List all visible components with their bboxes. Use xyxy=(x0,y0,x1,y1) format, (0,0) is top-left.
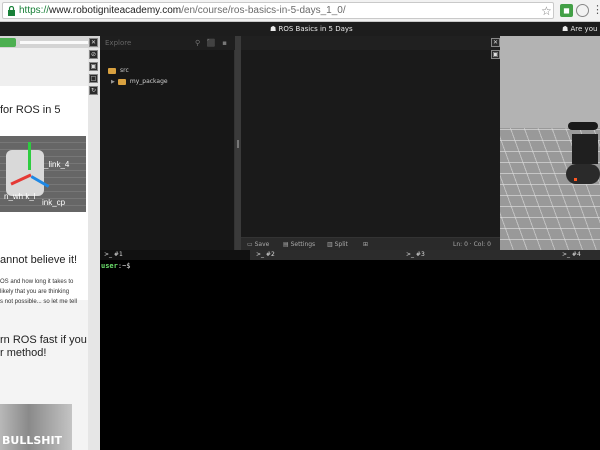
terminal[interactable]: user:~$ xyxy=(100,260,600,450)
notebook-run-button[interactable] xyxy=(0,38,16,47)
course-topbar: ☗ ROS Basics in 5 Days ☗ Are you a xyxy=(0,22,600,36)
notebook-paragraph-line-1: OS and how long it takes to xyxy=(0,279,74,285)
url-scheme: https:// xyxy=(19,5,50,16)
image-robot xyxy=(6,150,44,196)
address-bar[interactable]: https://www.robotigniteacademy.com/en/co… xyxy=(2,2,554,19)
save-label: Save xyxy=(254,241,270,248)
terminal-prompt: user:~$ xyxy=(101,262,131,271)
code-editor[interactable]: ▭ Save ▤ Settings ▥ Split ⊞ Ln: 0 · Col:… xyxy=(241,36,500,250)
editor-statusbar: ▭ Save ▤ Settings ▥ Split ⊞ Ln: 0 · Col:… xyxy=(241,237,500,250)
url-text: https://www.robotigniteacademy.com/en/co… xyxy=(19,4,346,18)
split-label: Split xyxy=(334,241,348,248)
sim-sky xyxy=(500,36,600,128)
terminal-tab-2[interactable]: >_ #2 xyxy=(252,250,400,260)
notebook-header xyxy=(0,48,88,86)
pin-icon[interactable]: ⊘ xyxy=(89,50,98,59)
notebook-heading-3-line-2: r method! xyxy=(0,347,47,359)
image-label-1: _link_4 xyxy=(44,160,70,169)
split-icon: ▥ xyxy=(327,241,335,248)
image-label-2: n_wh k_l xyxy=(4,192,36,201)
settings-label: Settings xyxy=(290,241,316,248)
profile-icon[interactable] xyxy=(576,4,589,17)
robot-tf-image: _link_4 n_wh k_l ink_cp xyxy=(0,136,86,212)
url-host: www.robotigniteacademy.com xyxy=(49,5,182,16)
tree-item-my-package[interactable]: ▶ my_package xyxy=(111,71,168,85)
notebook-paragraph-line-3: s not possible... so let me tell xyxy=(0,299,78,305)
app-root: https://www.robotigniteacademy.com/en/co… xyxy=(0,0,600,450)
browser-toolbar: https://www.robotigniteacademy.com/en/co… xyxy=(0,0,600,22)
lock-icon xyxy=(8,6,15,16)
course-title: ☗ ROS Basics in 5 Days xyxy=(270,25,353,33)
refresh-icon[interactable]: ↻ xyxy=(89,86,98,95)
topbar-right-link[interactable]: ☗ Are you a xyxy=(562,22,600,36)
star-icon[interactable]: ☆ xyxy=(541,4,552,18)
extension-icon[interactable]: ◼ xyxy=(560,4,573,17)
splitter-grip[interactable] xyxy=(237,140,239,148)
robot-base xyxy=(566,164,600,184)
meme-image: BULLSHIT xyxy=(0,404,72,450)
notebook-heading-2: annot believe it! xyxy=(0,254,78,266)
terminal-tab-4[interactable]: >_ #4 xyxy=(550,250,600,260)
url-path: /en/course/ros-basics-in-5-days_1_0/ xyxy=(181,5,346,16)
caret-right-icon[interactable]: ▶ xyxy=(111,79,115,85)
gazebo-viewport[interactable] xyxy=(500,36,600,250)
window-icon[interactable]: ▣ xyxy=(491,50,500,59)
meme-text: BULLSHIT xyxy=(2,434,63,447)
save-icon: ▭ xyxy=(247,241,255,248)
explorer-actions: ⚲ ⬛ ▪ xyxy=(195,36,227,50)
explorer-title: Explore xyxy=(105,39,132,47)
notebook-progress xyxy=(20,41,88,44)
tree-item-src[interactable]: src xyxy=(108,60,129,74)
prompt-path: :~$ xyxy=(117,262,131,270)
editor-tabbar xyxy=(241,36,500,50)
notebook-heading-1: for ROS in 5 xyxy=(0,104,61,116)
folder-icon xyxy=(117,78,126,85)
explorer-header: Explore ⚲ ⬛ ▪ xyxy=(100,36,235,50)
close-icon[interactable]: ✕ xyxy=(491,38,500,47)
terminal-tab-1[interactable]: >_ #1 xyxy=(100,250,250,260)
terminal-tab-3[interactable]: >_ #3 xyxy=(402,250,548,260)
notebook-panel: ✕ ⊘ ▣ □ ↻ for ROS in 5 _link_4 n_wh k_l … xyxy=(0,36,100,450)
lock-icon[interactable]: ▪ xyxy=(222,39,227,47)
close-icon[interactable]: ✕ xyxy=(89,38,98,47)
file-explorer: Explore ⚲ ⬛ ▪ src ▶ my_package xyxy=(100,36,235,250)
upload-icon[interactable]: ⬛ xyxy=(207,39,216,47)
tree-item-label: my_package xyxy=(129,78,168,85)
notebook-paragraph-line-2: likely that you are thinking xyxy=(0,289,70,295)
robot-led xyxy=(574,178,577,181)
prompt-user: user xyxy=(101,262,118,270)
notebook-toolbar xyxy=(0,36,100,48)
terminal-tabbar: >_ #1 >_ #2 >_ #3 >_ #4 xyxy=(100,250,600,260)
image-label-3: ink_cp xyxy=(42,198,66,207)
settings-icon: ▤ xyxy=(283,241,291,248)
image-axis-green xyxy=(28,142,31,170)
search-icon[interactable]: ⚲ xyxy=(195,39,200,47)
robot-top-plate xyxy=(568,122,598,130)
browser-menu-icon[interactable]: ⋮ xyxy=(592,3,600,17)
maximize-icon[interactable]: ▣ xyxy=(89,62,98,71)
robot-body xyxy=(572,134,598,164)
window-icon[interactable]: □ xyxy=(89,74,98,83)
notebook-heading-3-line-1: rn ROS fast if you xyxy=(0,334,87,346)
